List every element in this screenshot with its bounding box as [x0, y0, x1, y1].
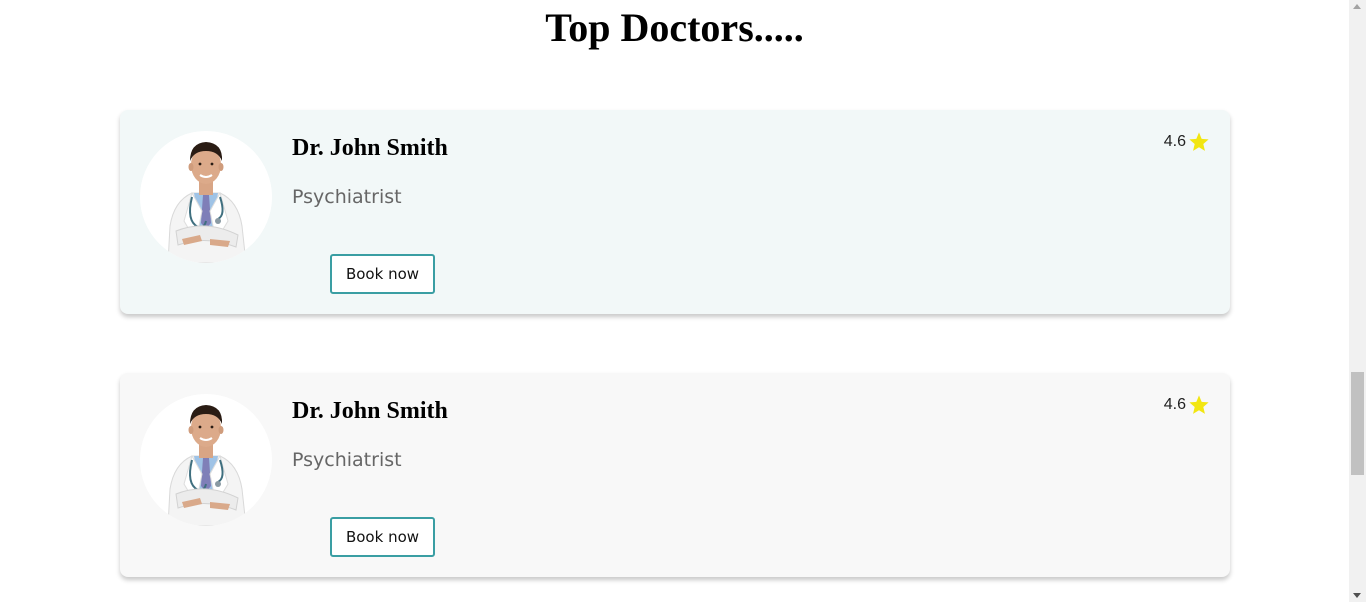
rating-value: 4.6 [1163, 396, 1186, 413]
doctor-name: Dr. John Smith [292, 135, 448, 161]
vertical-scrollbar[interactable] [1349, 0, 1366, 602]
doctor-specialty: Psychiatrist [292, 186, 402, 208]
star-icon [1189, 132, 1209, 151]
page: Top Doctors..... Dr. John Smith Psychiat… [0, 0, 1349, 602]
rating-value: 4.6 [1163, 133, 1186, 150]
doctor-portrait-icon [140, 394, 272, 526]
scroll-thumb[interactable] [1351, 372, 1364, 475]
star-icon [1189, 395, 1209, 414]
scroll-up-arrow-icon[interactable] [1353, 4, 1361, 9]
rating: 4.6 [1164, 131, 1210, 153]
rating: 4.6 [1164, 394, 1210, 416]
book-now-button[interactable]: Book now [330, 254, 435, 294]
book-now-button[interactable]: Book now [330, 517, 435, 557]
doctor-portrait-icon [140, 131, 272, 263]
doctor-avatar [140, 131, 272, 263]
scroll-down-arrow-icon[interactable] [1353, 593, 1361, 598]
page-title: Top Doctors..... [545, 5, 804, 50]
doctor-specialty: Psychiatrist [292, 449, 402, 471]
doctor-name: Dr. John Smith [292, 398, 448, 424]
doctor-card: Dr. John Smith Psychiatrist Book now 4.6 [120, 373, 1230, 577]
doctor-avatar [140, 394, 272, 526]
doctor-card: Dr. John Smith Psychiatrist Book now 4.6 [120, 110, 1230, 314]
